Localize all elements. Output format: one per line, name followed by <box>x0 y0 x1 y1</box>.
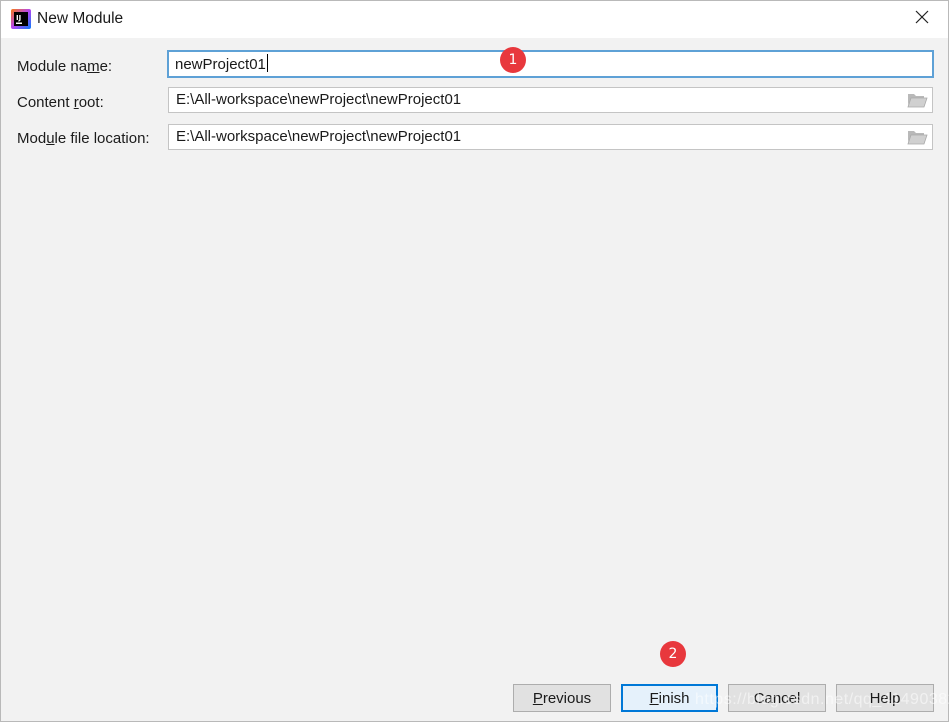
title-bar: IJ New Module <box>1 1 948 38</box>
finish-button-mnemonic: F <box>649 689 659 707</box>
annotation-badge-1: 1 <box>500 47 526 73</box>
content-root-label-text: Content <box>17 94 74 111</box>
close-button[interactable] <box>900 3 944 36</box>
previous-button-mnemonic: P <box>532 689 543 707</box>
cancel-button-label: Cancel <box>753 689 801 707</box>
finish-button-label: inish <box>658 689 690 707</box>
module-file-location-browse-button[interactable] <box>906 128 928 146</box>
module-file-location-label-suffix: le file location: <box>54 130 150 147</box>
cancel-button[interactable]: Cancel <box>728 684 826 712</box>
module-name-label-suffix: e: <box>99 58 113 75</box>
previous-button[interactable]: Previous <box>513 684 611 712</box>
module-name-label-text: Module na <box>17 58 88 75</box>
previous-button-label: revious <box>542 689 592 707</box>
module-file-location-label-text: Mod <box>17 130 47 147</box>
content-root-input[interactable]: E:\All-workspace\newProject\newProject01 <box>168 87 933 113</box>
new-module-dialog: IJ New Module Module name: newProject01 … <box>0 0 949 722</box>
module-name-label-mnemonic: m <box>87 58 100 75</box>
help-button-label: Help <box>869 689 901 707</box>
module-name-label: Module name: <box>17 58 112 75</box>
help-button[interactable]: Help <box>836 684 934 712</box>
module-file-location-label-mnemonic: u <box>46 130 55 147</box>
intellij-idea-icon: IJ <box>11 9 31 29</box>
module-file-location-value: E:\All-workspace\newProject\newProject01 <box>176 128 462 145</box>
module-file-location-input[interactable]: E:\All-workspace\newProject\newProject01 <box>168 124 933 150</box>
close-icon <box>915 10 929 29</box>
finish-button[interactable]: Finish <box>621 684 718 712</box>
module-file-location-label: Module file location: <box>17 130 150 147</box>
svg-text:IJ: IJ <box>16 14 21 22</box>
module-name-value: newProject01 <box>175 54 269 73</box>
annotation-badge-2: 2 <box>660 641 686 667</box>
content-root-browse-button[interactable] <box>906 91 928 109</box>
folder-open-icon <box>906 94 928 113</box>
content-root-label-suffix: oot: <box>78 94 104 111</box>
text-caret <box>266 54 269 72</box>
window-title: New Module <box>37 10 124 27</box>
module-name-input[interactable]: newProject01 <box>167 50 934 78</box>
module-name-value-text: newProject01 <box>175 56 266 73</box>
content-root-label: Content root: <box>17 94 104 111</box>
folder-open-icon <box>906 131 928 150</box>
content-root-value: E:\All-workspace\newProject\newProject01 <box>176 91 462 108</box>
